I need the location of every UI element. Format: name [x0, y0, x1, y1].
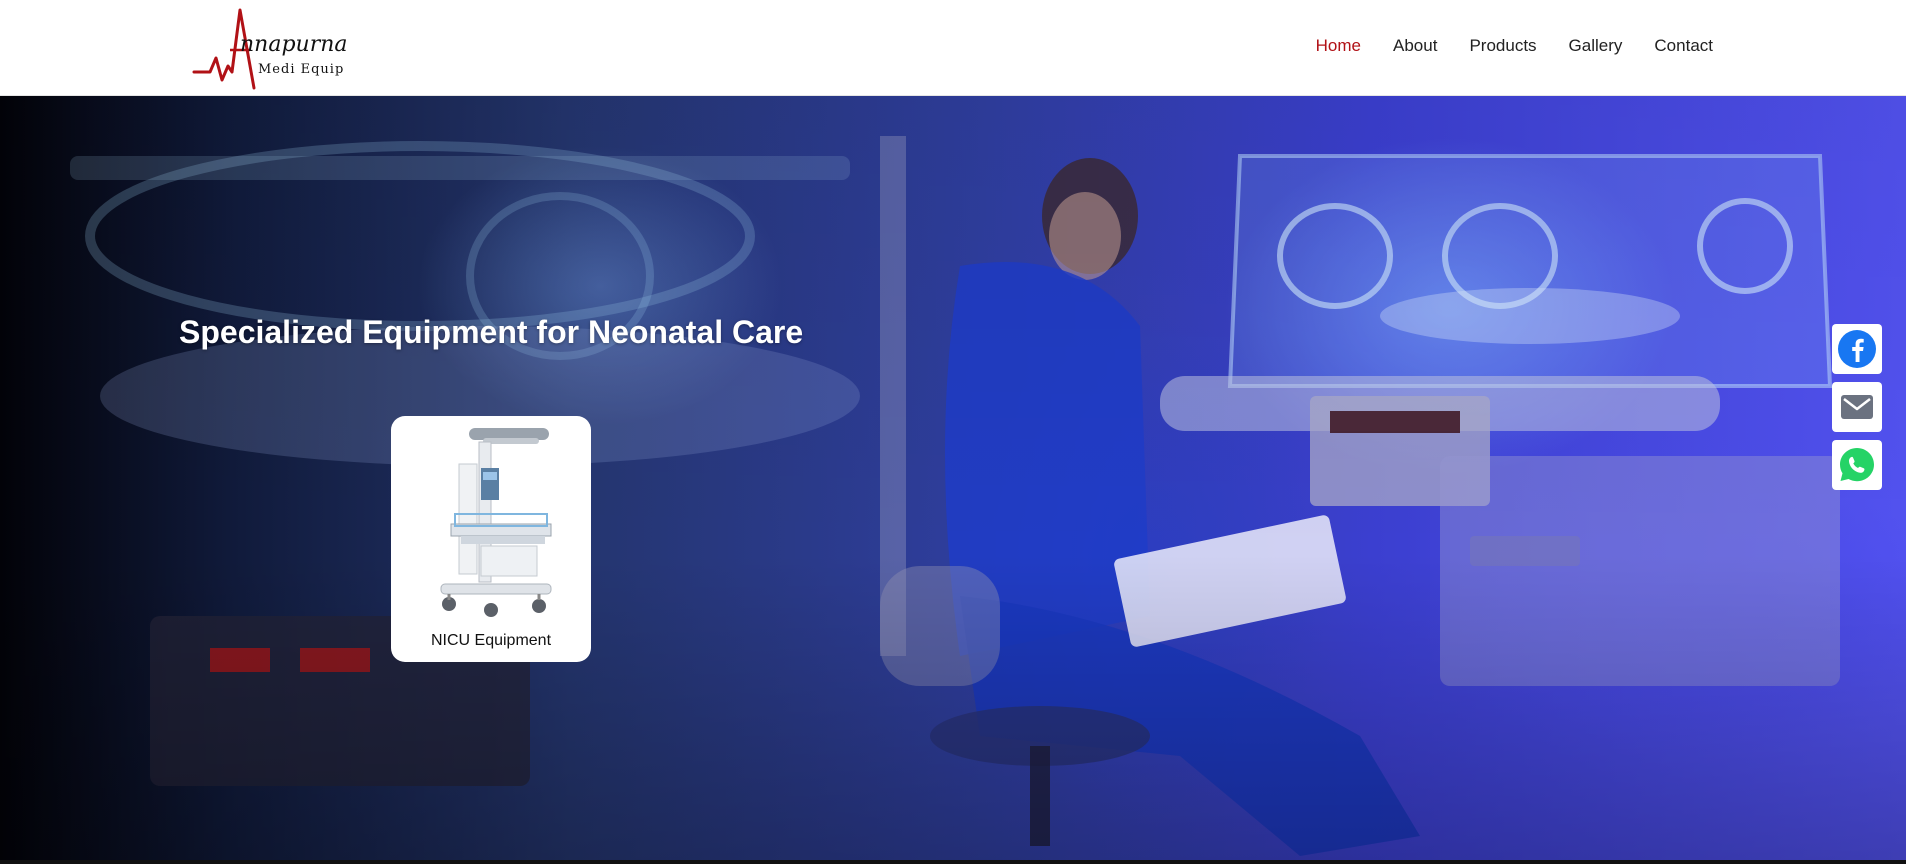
- hero-overlay: [0, 96, 1906, 860]
- facebook-icon: [1838, 330, 1876, 368]
- nav-gallery[interactable]: Gallery: [1569, 36, 1623, 56]
- site-logo[interactable]: nnapurna Medi Equip: [192, 6, 362, 90]
- nav-products[interactable]: Products: [1469, 36, 1536, 56]
- social-links: [1832, 324, 1882, 498]
- page-bottom-edge: [0, 860, 1906, 864]
- email-icon: [1841, 395, 1873, 419]
- radiant-warmer-image: [440, 428, 552, 617]
- site-header: nnapurna Medi Equip Home About Products …: [0, 0, 1906, 96]
- nav-home[interactable]: Home: [1316, 36, 1361, 56]
- product-label: NICU Equipment: [430, 632, 552, 649]
- email-link[interactable]: [1832, 382, 1882, 432]
- hero-banner: Specialized Equipment for Neonatal Care: [0, 96, 1906, 860]
- logo-name: nnapurna: [240, 32, 348, 57]
- main-nav: Home About Products Gallery Contact: [1316, 36, 1713, 56]
- product-card-nicu[interactable]: NICU Equipment: [391, 416, 591, 662]
- whatsapp-icon: [1840, 448, 1874, 482]
- logo-tagline: Medi Equip: [258, 62, 345, 77]
- nav-about[interactable]: About: [1393, 36, 1437, 56]
- nav-contact[interactable]: Contact: [1654, 36, 1713, 56]
- whatsapp-link[interactable]: [1832, 440, 1882, 490]
- facebook-link[interactable]: [1832, 324, 1882, 374]
- hero-title: Specialized Equipment for Neonatal Care: [179, 314, 804, 350]
